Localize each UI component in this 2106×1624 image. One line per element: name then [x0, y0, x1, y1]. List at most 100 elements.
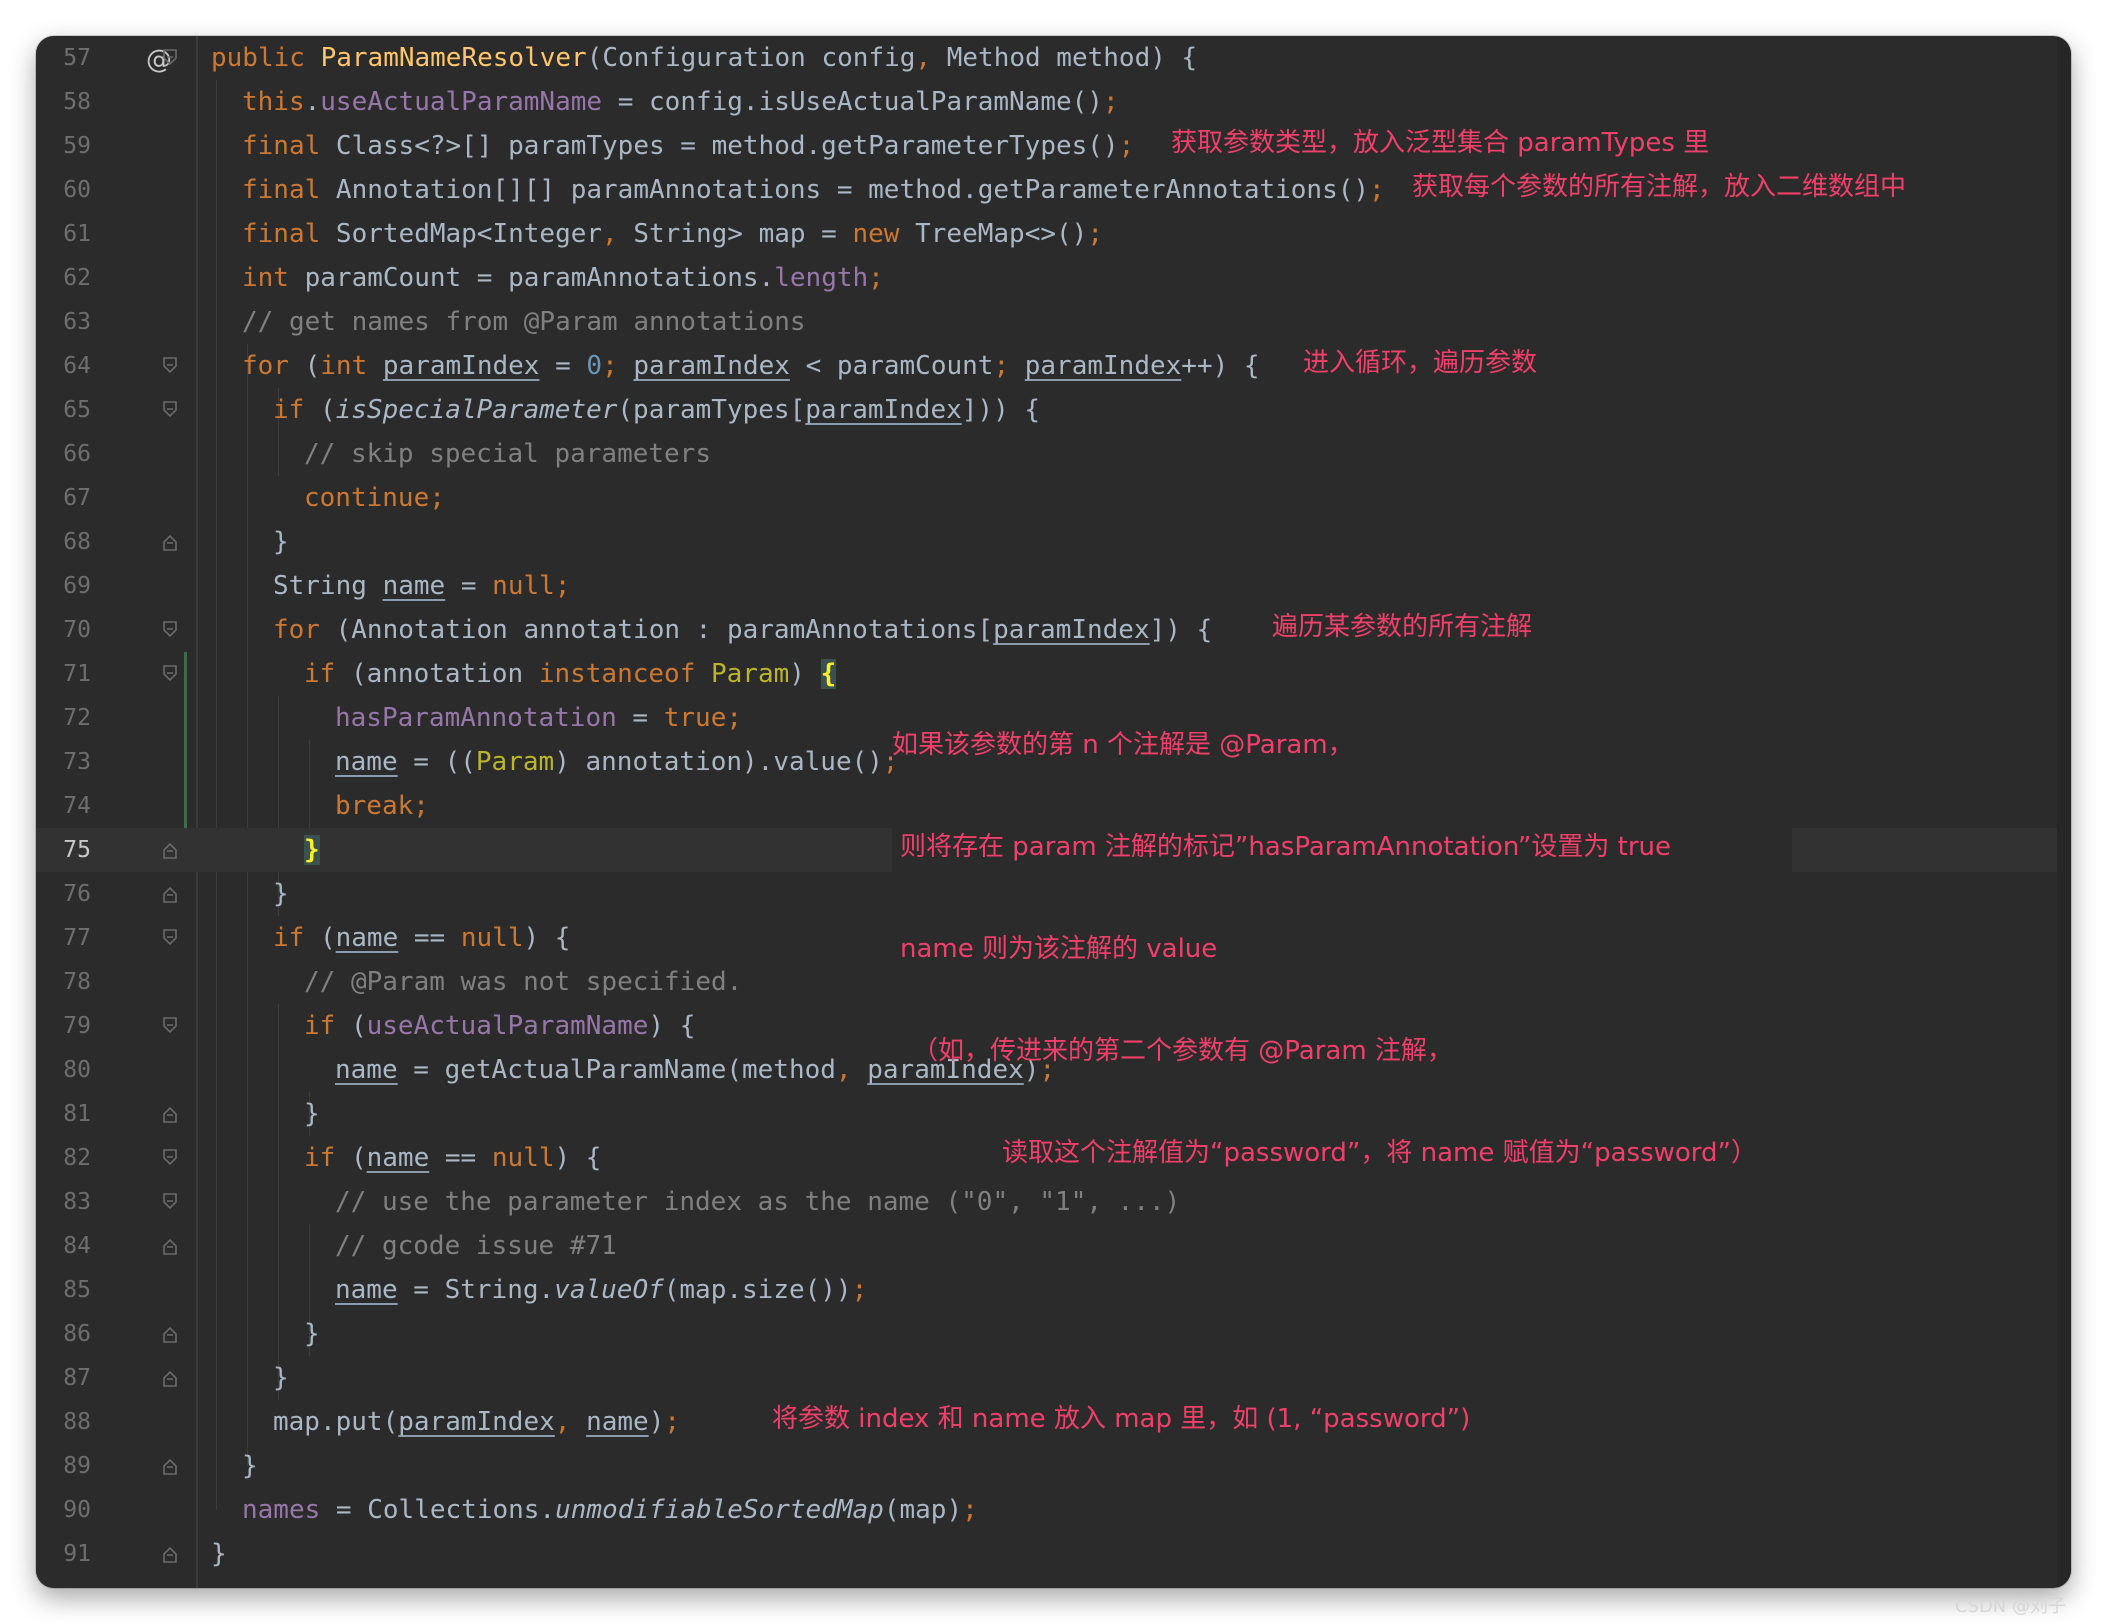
code-text[interactable]: this.useActualParamName = config.isUseAc… [242, 87, 1119, 117]
code-text[interactable]: if (name == null) { [304, 1143, 601, 1173]
code-text[interactable]: } [242, 1451, 258, 1481]
code-line-59: 59 final Class<?>[] paramTypes = method.… [36, 124, 2057, 168]
line-number: 84 [63, 1233, 91, 1259]
code-text[interactable]: for (Annotation annotation : paramAnnota… [273, 615, 1212, 645]
line-number: 86 [63, 1321, 91, 1347]
annotation-param-annotations: 获取每个参数的所有注解，放入二维数组中 [1412, 172, 1907, 202]
fold-close-icon[interactable] [162, 1545, 178, 1563]
line-number: 75 [63, 837, 91, 863]
code-text[interactable]: } [211, 1539, 227, 1569]
code-text[interactable]: name = ((Param) annotation).value(); [335, 747, 899, 777]
annotation-map-put: 将参数 index 和 name 放入 map 里，如 (1, “passwor… [772, 1404, 1471, 1434]
code-text[interactable]: // get names from @Param annotations [242, 307, 806, 337]
code-text[interactable]: hasParamAnnotation = true; [335, 703, 742, 733]
code-text[interactable]: final Annotation[][] paramAnnotations = … [242, 175, 1385, 205]
line-number: 68 [63, 529, 91, 555]
line-number: 70 [63, 617, 91, 643]
fold-open-icon[interactable] [162, 1017, 178, 1035]
code-text[interactable]: public ParamNameResolver(Configuration c… [211, 43, 1197, 73]
line-number: 66 [63, 441, 91, 467]
line-number: 62 [63, 265, 91, 291]
line-number: 58 [63, 89, 91, 115]
code-text[interactable]: if (isSpecialParameter(paramTypes[paramI… [273, 395, 1040, 425]
line-number: 61 [63, 221, 91, 247]
code-text[interactable]: final Class<?>[] paramTypes = method.get… [242, 131, 1134, 161]
code-line-90: 90 names = Collections.unmodifiableSorte… [36, 1488, 2057, 1532]
annotation-line: 则将存在 param 注解的标记”hasParamAnnotation”设置为 … [900, 832, 1671, 862]
matched-brace: { [820, 659, 837, 689]
code-text[interactable]: final SortedMap<Integer, String> map = n… [242, 219, 1103, 249]
annotation-iterate-annotations: 遍历某参数的所有注解 [1272, 612, 1533, 642]
fold-close-icon[interactable] [162, 1369, 178, 1387]
code-line-85: 85 name = String.valueOf(map.size()); [36, 1268, 2057, 1312]
code-text[interactable]: // skip special parameters [304, 439, 711, 469]
line-number: 69 [63, 573, 91, 599]
vertical-scrollbar[interactable] [2057, 36, 2071, 1588]
line-number: 77 [63, 925, 91, 951]
code-line-67: 67 continue; [36, 476, 2057, 520]
fold-open-icon[interactable] [162, 1193, 178, 1211]
annotation-param-types: 获取参数类型，放入泛型集合 paramTypes 里 [1171, 128, 1710, 158]
annotation-loop: 进入循环，遍历参数 [1303, 348, 1538, 378]
code-text[interactable]: // gcode issue #71 [335, 1231, 617, 1261]
line-number: 74 [63, 793, 91, 819]
code-text[interactable]: } [304, 1319, 320, 1349]
line-number: 81 [63, 1101, 91, 1127]
code-line-61: 61 final SortedMap<Integer, String> map … [36, 212, 2057, 256]
code-text[interactable]: if (name == null) { [273, 923, 570, 953]
code-line-64: 64 for (int paramIndex = 0; paramIndex <… [36, 344, 2057, 388]
code-text[interactable]: for (int paramIndex = 0; paramIndex < pa… [242, 351, 1260, 381]
fold-close-icon[interactable] [162, 1325, 178, 1343]
line-number: 80 [63, 1057, 91, 1083]
code-text[interactable]: int paramCount = paramAnnotations.length… [242, 263, 884, 293]
line-number: 85 [63, 1277, 91, 1303]
code-text[interactable]: } [304, 1099, 320, 1129]
line-number: 89 [63, 1453, 91, 1479]
code-line-91: 91 } [36, 1532, 2057, 1576]
code-text[interactable]: if (useActualParamName) { [304, 1011, 695, 1041]
code-line-89: 89 } [36, 1444, 2057, 1488]
code-line-66: 66 // skip special parameters [36, 432, 2057, 476]
fold-close-icon[interactable] [162, 1105, 178, 1123]
fold-open-icon[interactable] [162, 49, 178, 67]
code-line-58: 58 this.useActualParamName = config.isUs… [36, 80, 2057, 124]
fold-close-icon[interactable] [162, 533, 178, 551]
watermark: CSDN @刘子 [1954, 1596, 2066, 1617]
code-text[interactable]: break; [335, 791, 429, 821]
code-line-70: 70 for (Annotation annotation : paramAnn… [36, 608, 2057, 652]
line-number: 57 [63, 45, 91, 71]
code-text[interactable]: } [273, 527, 289, 557]
code-text[interactable]: map.put(paramIndex, name); [273, 1407, 680, 1437]
fold-open-icon[interactable] [162, 401, 178, 419]
code-line-69: 69 String name = null; [36, 564, 2057, 608]
code-text[interactable]: // @Param was not specified. [304, 967, 742, 997]
code-text[interactable]: if (annotation instanceof Param) { [304, 659, 837, 689]
fold-open-icon[interactable] [162, 621, 178, 639]
code-line-65: 65 if (isSpecialParameter(paramTypes[par… [36, 388, 2057, 432]
line-number: 67 [63, 485, 91, 511]
fold-open-icon[interactable] [162, 1149, 178, 1167]
code-text[interactable]: continue; [304, 483, 445, 513]
code-text[interactable]: } [273, 879, 289, 909]
annotation-param-explanation: 如果该参数的第 n 个注解是 @Param， 则将存在 param 注解的标记”… [892, 660, 1792, 1168]
fold-close-icon[interactable] [162, 841, 178, 859]
code-line-68: 68 } [36, 520, 2057, 564]
code-line-86: 86 } [36, 1312, 2057, 1356]
line-number: 59 [63, 133, 91, 159]
fold-close-icon[interactable] [162, 1457, 178, 1475]
fold-close-icon[interactable] [162, 1237, 178, 1255]
line-number: 76 [63, 881, 91, 907]
code-line-62: 62 int paramCount = paramAnnotations.len… [36, 256, 2057, 300]
code-text[interactable]: name = String.valueOf(map.size()); [335, 1275, 867, 1305]
code-text[interactable]: } [304, 835, 320, 865]
fold-open-icon[interactable] [162, 357, 178, 375]
fold-open-icon[interactable] [162, 929, 178, 947]
line-number: 87 [63, 1365, 91, 1391]
line-number: 78 [63, 969, 91, 995]
fold-close-icon[interactable] [162, 885, 178, 903]
code-editor[interactable]: 57 @ public ParamNameResolver(Configurat… [36, 36, 2071, 1588]
code-text[interactable]: } [273, 1363, 289, 1393]
fold-open-icon[interactable] [162, 665, 178, 683]
code-text[interactable]: names = Collections.unmodifiableSortedMa… [242, 1495, 978, 1525]
code-text[interactable]: String name = null; [273, 571, 570, 601]
